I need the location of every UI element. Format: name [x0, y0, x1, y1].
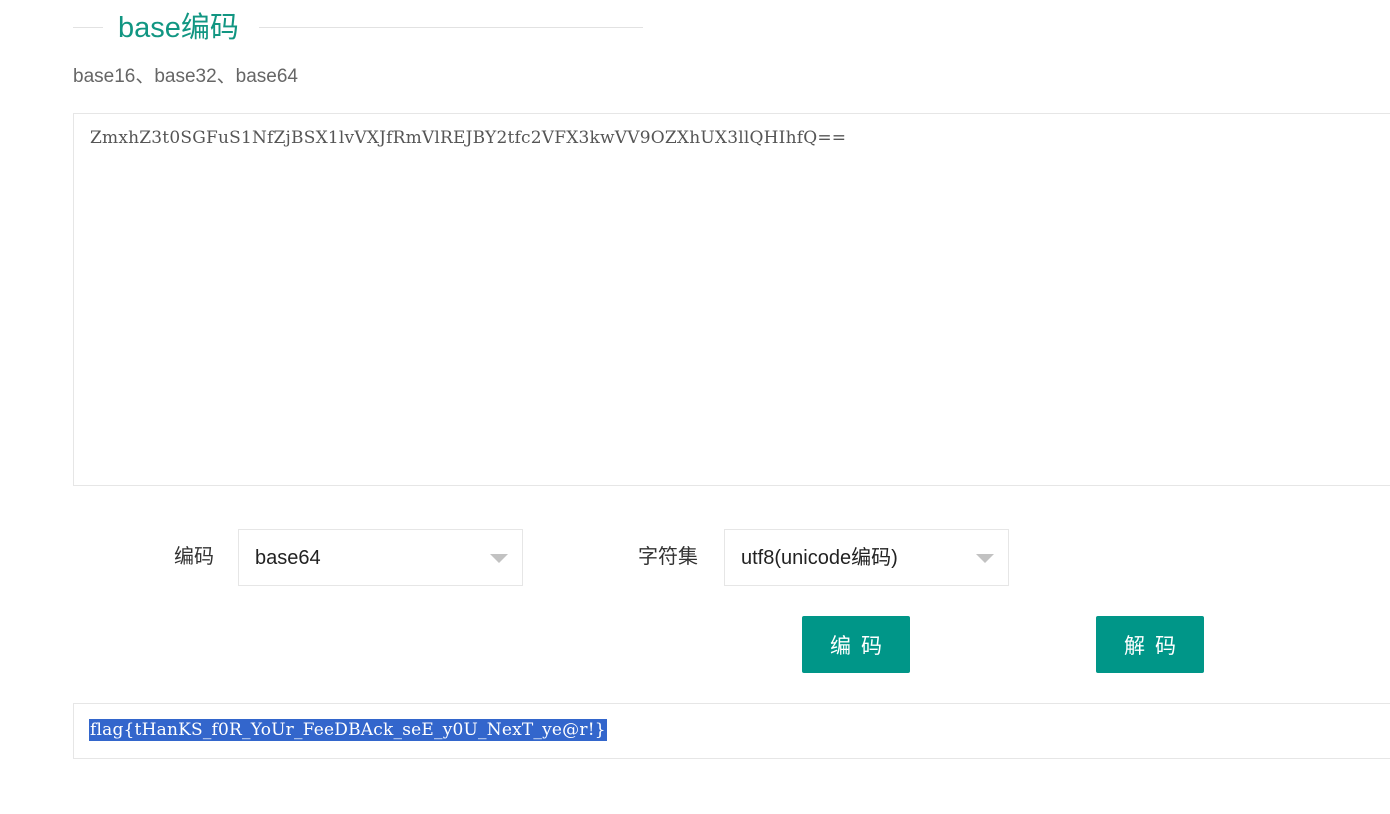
- input-textarea[interactable]: ZmxhZ3t0SGFuS1NfZjBSX1lvVXJfRmVlREJBY2tf…: [73, 113, 1390, 486]
- decode-button[interactable]: 解码: [1096, 616, 1204, 673]
- title-divider-right: [259, 27, 643, 28]
- encoding-label: 编码: [174, 546, 214, 568]
- charset-select[interactable]: utf8(unicode编码): [724, 529, 1009, 586]
- title-divider-left: [73, 27, 103, 28]
- output-text-selected: flag{tHanKS_f0R_YoUr_FeeDBAck_seE_y0U_Ne…: [89, 719, 607, 741]
- page-subtitle: base16、base32、base64: [73, 66, 299, 87]
- caret-down-icon: [976, 554, 994, 563]
- section-title-row: base编码: [73, 8, 643, 48]
- caret-down-icon: [490, 554, 508, 563]
- charset-label: 字符集: [638, 546, 698, 568]
- charset-select-value: utf8(unicode编码): [741, 547, 898, 569]
- encode-button[interactable]: 编码: [802, 616, 910, 673]
- encoding-select-value: base64: [255, 547, 321, 569]
- encoding-select[interactable]: base64: [238, 529, 523, 586]
- input-text: ZmxhZ3t0SGFuS1NfZjBSX1lvVXJfRmVlREJBY2tf…: [90, 128, 847, 148]
- page-title: base编码: [118, 12, 239, 44]
- output-field[interactable]: flag{tHanKS_f0R_YoUr_FeeDBAck_seE_y0U_Ne…: [73, 703, 1390, 759]
